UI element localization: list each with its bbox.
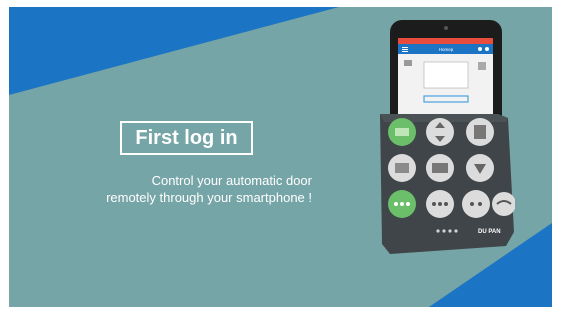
phone-illustration: Homep DU PAN — [380, 20, 515, 254]
subtitle-line-2: remotely through your smartphone ! — [106, 190, 312, 205]
slide-subtitle: Control your automatic door remotely thr… — [52, 172, 312, 206]
remote-button-10[interactable] — [492, 192, 515, 216]
page-dot — [436, 229, 440, 233]
door-mode-icon — [404, 60, 412, 66]
remote-button-7[interactable] — [388, 190, 416, 218]
display-panel — [423, 61, 469, 89]
blue-band-top — [9, 7, 339, 95]
camera-icon — [444, 26, 448, 30]
settings-icon[interactable] — [485, 47, 489, 51]
subtitle-line-1: Control your automatic door — [151, 173, 312, 188]
remote-button-6[interactable] — [466, 154, 494, 182]
remote-button-4[interactable] — [388, 154, 416, 182]
page-dot — [454, 229, 458, 233]
menu-icon[interactable] — [402, 47, 408, 52]
remote-button-5[interactable] — [426, 154, 454, 182]
remote-button-3[interactable] — [466, 118, 494, 146]
side-icon — [478, 62, 486, 70]
remote-button-1[interactable] — [388, 118, 416, 146]
status-bar — [398, 38, 493, 44]
page-dot — [448, 229, 452, 233]
app-title: Homep — [439, 47, 454, 52]
bluetooth-icon[interactable] — [478, 47, 482, 51]
slide-title: First log in — [120, 121, 253, 155]
remote-button-8[interactable] — [426, 190, 454, 218]
remote-button-9[interactable] — [462, 190, 490, 218]
remote-button-2[interactable] — [426, 118, 454, 146]
remote-brand: DU PAN — [478, 229, 501, 235]
page-dot — [442, 229, 446, 233]
